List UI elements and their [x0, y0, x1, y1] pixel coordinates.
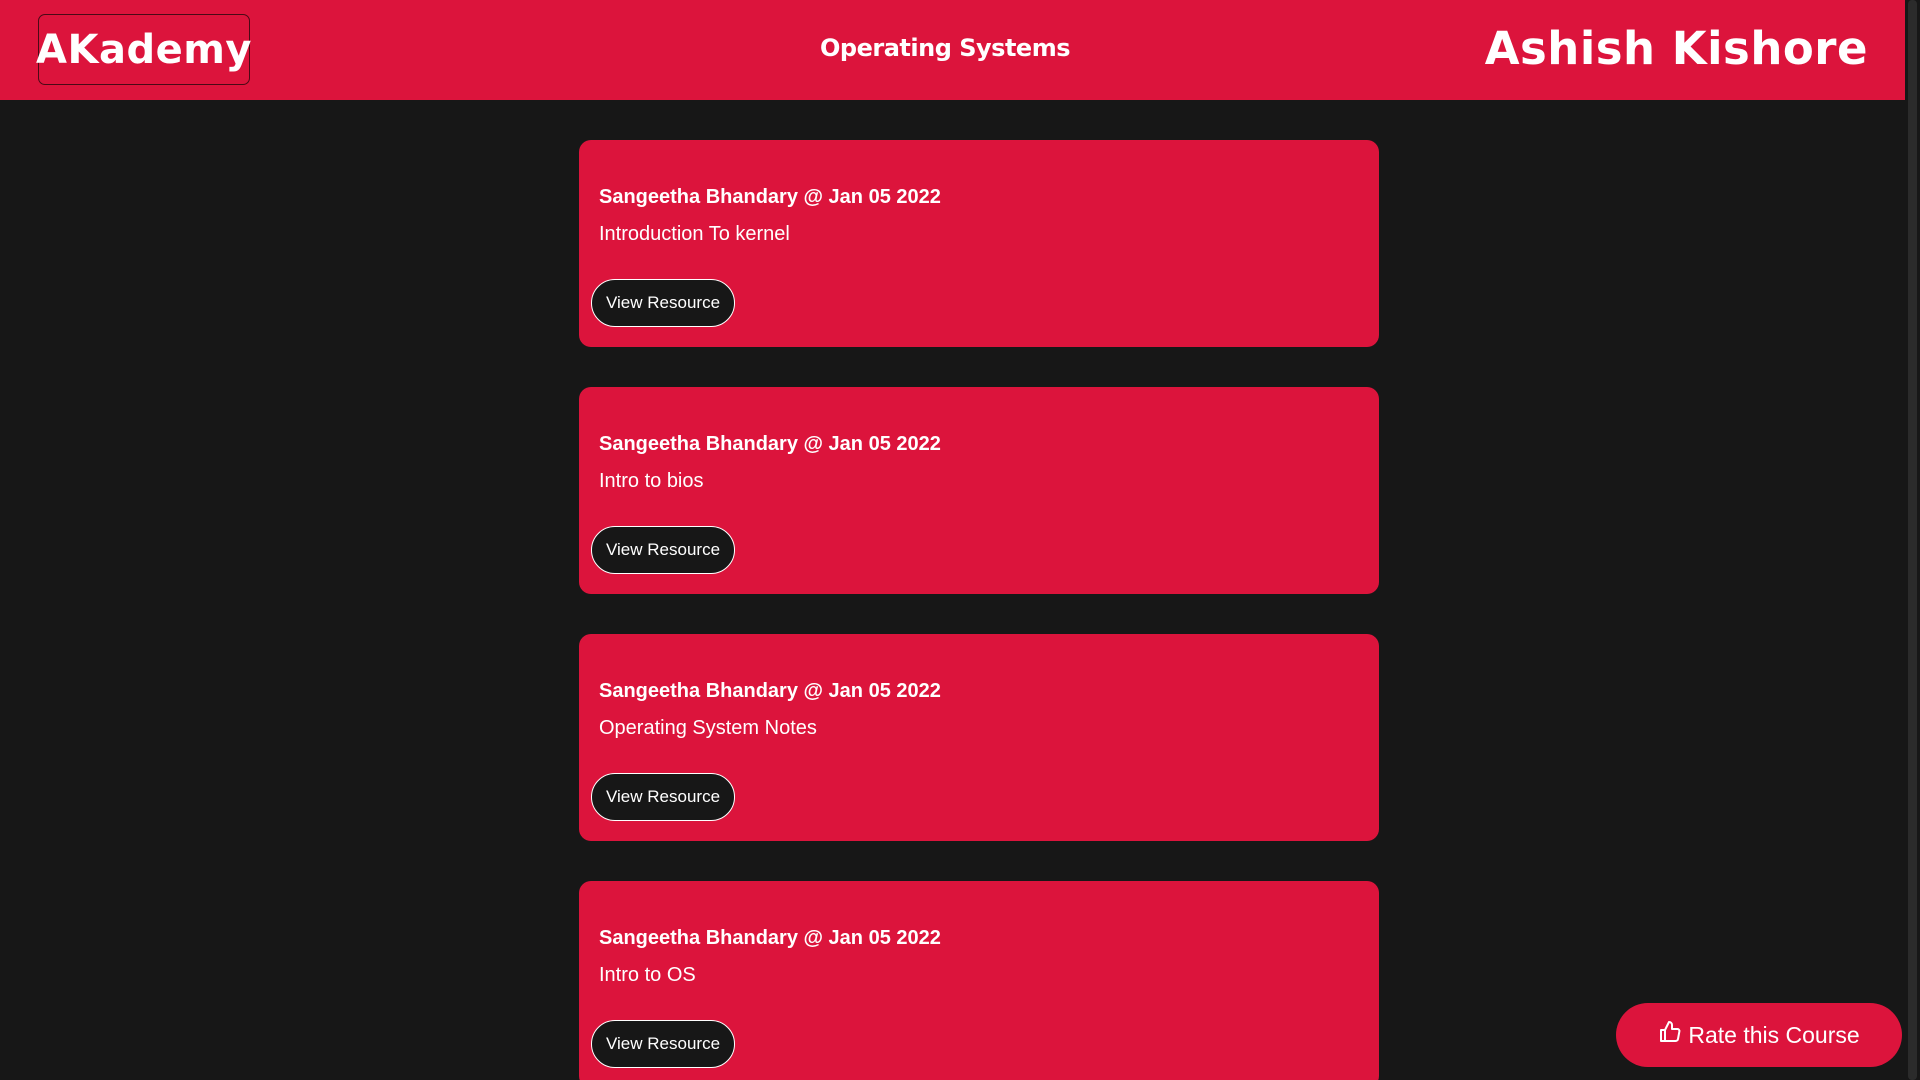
view-resource-button[interactable]: View Resource [591, 1020, 736, 1068]
rate-course-button[interactable]: Rate this Course [1616, 1003, 1902, 1067]
top-header: AKademy Operating Systems Ashish Kishore [0, 0, 1905, 100]
resource-card: Sangeetha Bhandary @ Jan 05 2022 Operati… [579, 634, 1379, 841]
resource-card: Sangeetha Bhandary @ Jan 05 2022 Intro t… [579, 881, 1379, 1080]
resource-author-date: Sangeetha Bhandary @ Jan 05 2022 [599, 186, 941, 208]
resource-title: Intro to bios [599, 470, 704, 492]
user-name[interactable]: Ashish Kishore [1485, 22, 1868, 75]
view-resource-button[interactable]: View Resource [591, 773, 736, 821]
resource-card: Sangeetha Bhandary @ Jan 05 2022 Intro t… [579, 387, 1379, 594]
resource-title: Operating System Notes [599, 717, 817, 739]
resource-title: Introduction To kernel [599, 223, 790, 245]
view-resource-button[interactable]: View Resource [591, 279, 736, 327]
view-resource-button[interactable]: View Resource [591, 526, 736, 574]
resource-card: Sangeetha Bhandary @ Jan 05 2022 Introdu… [579, 140, 1379, 347]
resource-author-date: Sangeetha Bhandary @ Jan 05 2022 [599, 433, 941, 455]
resource-list: Sangeetha Bhandary @ Jan 05 2022 Introdu… [579, 140, 1379, 1080]
resource-title: Intro to OS [599, 964, 696, 986]
thumbs-up-icon [1658, 1020, 1688, 1050]
resource-author-date: Sangeetha Bhandary @ Jan 05 2022 [599, 927, 941, 949]
vertical-scrollbar[interactable] [1905, 0, 1920, 1080]
rate-course-label: Rate this Course [1688, 1021, 1860, 1048]
resource-author-date: Sangeetha Bhandary @ Jan 05 2022 [599, 680, 941, 702]
scrollbar-thumb[interactable] [1908, 0, 1917, 1080]
